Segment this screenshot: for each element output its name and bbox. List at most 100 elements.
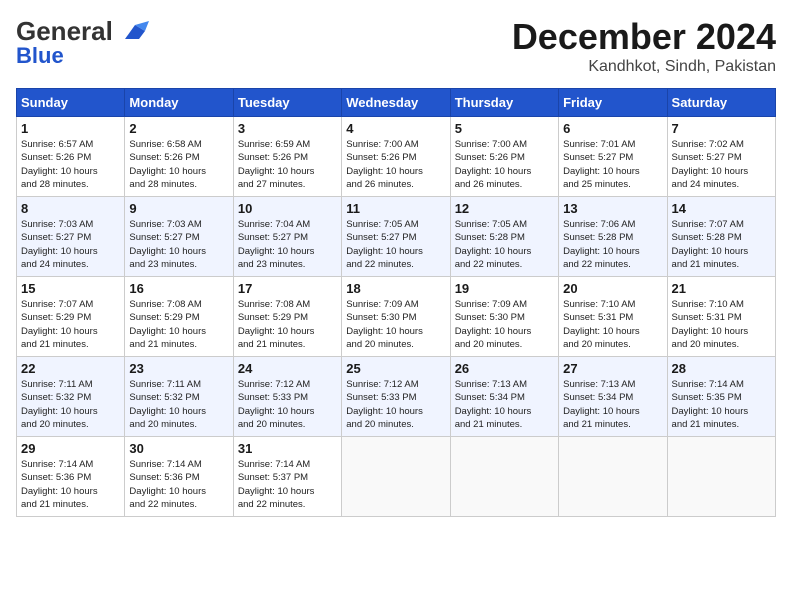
calendar-cell: 17Sunrise: 7:08 AM Sunset: 5:29 PM Dayli… xyxy=(233,277,341,357)
day-detail: Sunrise: 7:06 AM Sunset: 5:28 PM Dayligh… xyxy=(563,218,662,271)
day-number: 13 xyxy=(563,201,662,216)
calendar-cell: 18Sunrise: 7:09 AM Sunset: 5:30 PM Dayli… xyxy=(342,277,450,357)
month-title: December 2024 xyxy=(512,16,776,58)
day-number: 15 xyxy=(21,281,120,296)
calendar-cell: 21 Sunrise: 7:10 AM Sunset: 5:31 PM Dayli… xyxy=(667,277,775,357)
day-detail: Sunrise: 7:02 AM Sunset: 5:27 PM Dayligh… xyxy=(672,138,771,191)
day-detail: Sunrise: 7:11 AM Sunset: 5:32 PM Dayligh… xyxy=(129,378,228,431)
day-number: 22 xyxy=(21,361,120,376)
week-row-1: 1 Sunrise: 6:57 AM Sunset: 5:26 PM Daylig… xyxy=(17,117,776,197)
day-number: 26 xyxy=(455,361,554,376)
day-detail: Sunrise: 6:58 AM Sunset: 5:26 PM Dayligh… xyxy=(129,138,228,191)
day-number: 24 xyxy=(238,361,337,376)
calendar-cell: 24 Sunrise: 7:12 AM Sunset: 5:33 PM Dayli… xyxy=(233,357,341,437)
day-number: 5 xyxy=(455,121,554,136)
week-row-5: 29 Sunrise: 7:14 AM Sunset: 5:36 PM Dayli… xyxy=(17,437,776,517)
day-number: 23 xyxy=(129,361,228,376)
day-number: 28 xyxy=(672,361,771,376)
header: General Blue December 2024 Kandhkot, Sin… xyxy=(16,16,776,76)
weekday-header-row: SundayMondayTuesdayWednesdayThursdayFrid… xyxy=(17,89,776,117)
day-number: 8 xyxy=(21,201,120,216)
day-detail: Sunrise: 6:57 AM Sunset: 5:26 PM Dayligh… xyxy=(21,138,120,191)
calendar-cell: 15 Sunrise: 7:07 AM Sunset: 5:29 PM Dayli… xyxy=(17,277,125,357)
day-number: 1 xyxy=(21,121,120,136)
day-number: 19 xyxy=(455,281,554,296)
day-number: 21 xyxy=(672,281,771,296)
day-detail: Sunrise: 7:14 AM Sunset: 5:37 PM Dayligh… xyxy=(238,458,337,511)
day-number: 31 xyxy=(238,441,337,456)
week-row-3: 15 Sunrise: 7:07 AM Sunset: 5:29 PM Dayli… xyxy=(17,277,776,357)
calendar-cell: 4Sunrise: 7:00 AM Sunset: 5:26 PM Daylig… xyxy=(342,117,450,197)
calendar-cell xyxy=(342,437,450,517)
day-detail: Sunrise: 7:00 AM Sunset: 5:26 PM Dayligh… xyxy=(346,138,445,191)
day-detail: Sunrise: 7:07 AM Sunset: 5:29 PM Dayligh… xyxy=(21,298,120,351)
week-row-2: 8 Sunrise: 7:03 AM Sunset: 5:27 PM Daylig… xyxy=(17,197,776,277)
day-number: 29 xyxy=(21,441,120,456)
calendar-cell xyxy=(559,437,667,517)
day-detail: Sunrise: 7:14 AM Sunset: 5:35 PM Dayligh… xyxy=(672,378,771,431)
day-detail: Sunrise: 7:11 AM Sunset: 5:32 PM Dayligh… xyxy=(21,378,120,431)
calendar-cell: 30 Sunrise: 7:14 AM Sunset: 5:36 PM Dayli… xyxy=(125,437,233,517)
calendar-cell: 10 Sunrise: 7:04 AM Sunset: 5:27 PM Dayli… xyxy=(233,197,341,277)
calendar-cell: 6 Sunrise: 7:01 AM Sunset: 5:27 PM Daylig… xyxy=(559,117,667,197)
calendar-cell xyxy=(667,437,775,517)
calendar-cell: 14 Sunrise: 7:07 AM Sunset: 5:28 PM Dayli… xyxy=(667,197,775,277)
day-detail: Sunrise: 7:13 AM Sunset: 5:34 PM Dayligh… xyxy=(455,378,554,431)
day-detail: Sunrise: 7:10 AM Sunset: 5:31 PM Dayligh… xyxy=(563,298,662,351)
calendar-cell: 1 Sunrise: 6:57 AM Sunset: 5:26 PM Daylig… xyxy=(17,117,125,197)
calendar-cell: 7 Sunrise: 7:02 AM Sunset: 5:27 PM Daylig… xyxy=(667,117,775,197)
day-detail: Sunrise: 7:10 AM Sunset: 5:31 PM Dayligh… xyxy=(672,298,771,351)
day-number: 12 xyxy=(455,201,554,216)
day-number: 2 xyxy=(129,121,228,136)
weekday-header-monday: Monday xyxy=(125,89,233,117)
calendar-table: SundayMondayTuesdayWednesdayThursdayFrid… xyxy=(16,88,776,517)
day-detail: Sunrise: 7:05 AM Sunset: 5:28 PM Dayligh… xyxy=(455,218,554,271)
day-detail: Sunrise: 7:14 AM Sunset: 5:36 PM Dayligh… xyxy=(129,458,228,511)
day-number: 10 xyxy=(238,201,337,216)
calendar-cell: 12 Sunrise: 7:05 AM Sunset: 5:28 PM Dayli… xyxy=(450,197,558,277)
calendar-cell: 31 Sunrise: 7:14 AM Sunset: 5:37 PM Dayli… xyxy=(233,437,341,517)
day-detail: Sunrise: 7:14 AM Sunset: 5:36 PM Dayligh… xyxy=(21,458,120,511)
calendar-cell: 23 Sunrise: 7:11 AM Sunset: 5:32 PM Dayli… xyxy=(125,357,233,437)
calendar-cell: 25 Sunrise: 7:12 AM Sunset: 5:33 PM Dayli… xyxy=(342,357,450,437)
day-number: 6 xyxy=(563,121,662,136)
calendar-cell: 26 Sunrise: 7:13 AM Sunset: 5:34 PM Dayli… xyxy=(450,357,558,437)
day-detail: Sunrise: 7:03 AM Sunset: 5:27 PM Dayligh… xyxy=(129,218,228,271)
calendar-cell xyxy=(450,437,558,517)
day-detail: Sunrise: 7:09 AM Sunset: 5:30 PM Dayligh… xyxy=(455,298,554,351)
logo-bird-icon xyxy=(117,21,149,43)
day-detail: Sunrise: 7:01 AM Sunset: 5:27 PM Dayligh… xyxy=(563,138,662,191)
day-detail: Sunrise: 7:09 AM Sunset: 5:30 PM Dayligh… xyxy=(346,298,445,351)
calendar-cell: 11Sunrise: 7:05 AM Sunset: 5:27 PM Dayli… xyxy=(342,197,450,277)
day-number: 7 xyxy=(672,121,771,136)
day-number: 25 xyxy=(346,361,445,376)
calendar-cell: 28 Sunrise: 7:14 AM Sunset: 5:35 PM Dayli… xyxy=(667,357,775,437)
weekday-header-saturday: Saturday xyxy=(667,89,775,117)
day-detail: Sunrise: 7:12 AM Sunset: 5:33 PM Dayligh… xyxy=(238,378,337,431)
day-number: 27 xyxy=(563,361,662,376)
day-number: 16 xyxy=(129,281,228,296)
day-number: 30 xyxy=(129,441,228,456)
day-detail: Sunrise: 7:04 AM Sunset: 5:27 PM Dayligh… xyxy=(238,218,337,271)
weekday-header-thursday: Thursday xyxy=(450,89,558,117)
calendar-cell: 19 Sunrise: 7:09 AM Sunset: 5:30 PM Dayli… xyxy=(450,277,558,357)
calendar-cell: 3 Sunrise: 6:59 AM Sunset: 5:26 PM Daylig… xyxy=(233,117,341,197)
day-detail: Sunrise: 7:12 AM Sunset: 5:33 PM Dayligh… xyxy=(346,378,445,431)
weekday-header-wednesday: Wednesday xyxy=(342,89,450,117)
day-detail: Sunrise: 7:00 AM Sunset: 5:26 PM Dayligh… xyxy=(455,138,554,191)
day-detail: Sunrise: 7:13 AM Sunset: 5:34 PM Dayligh… xyxy=(563,378,662,431)
calendar-cell: 2 Sunrise: 6:58 AM Sunset: 5:26 PM Daylig… xyxy=(125,117,233,197)
weekday-header-sunday: Sunday xyxy=(17,89,125,117)
calendar-cell: 9Sunrise: 7:03 AM Sunset: 5:27 PM Daylig… xyxy=(125,197,233,277)
day-number: 17 xyxy=(238,281,337,296)
day-detail: Sunrise: 7:03 AM Sunset: 5:27 PM Dayligh… xyxy=(21,218,120,271)
day-detail: Sunrise: 7:07 AM Sunset: 5:28 PM Dayligh… xyxy=(672,218,771,271)
day-number: 14 xyxy=(672,201,771,216)
day-detail: Sunrise: 6:59 AM Sunset: 5:26 PM Dayligh… xyxy=(238,138,337,191)
day-number: 11 xyxy=(346,201,445,216)
day-number: 3 xyxy=(238,121,337,136)
day-number: 20 xyxy=(563,281,662,296)
location-title: Kandhkot, Sindh, Pakistan xyxy=(512,58,776,76)
calendar-cell: 29 Sunrise: 7:14 AM Sunset: 5:36 PM Dayli… xyxy=(17,437,125,517)
day-detail: Sunrise: 7:08 AM Sunset: 5:29 PM Dayligh… xyxy=(129,298,228,351)
